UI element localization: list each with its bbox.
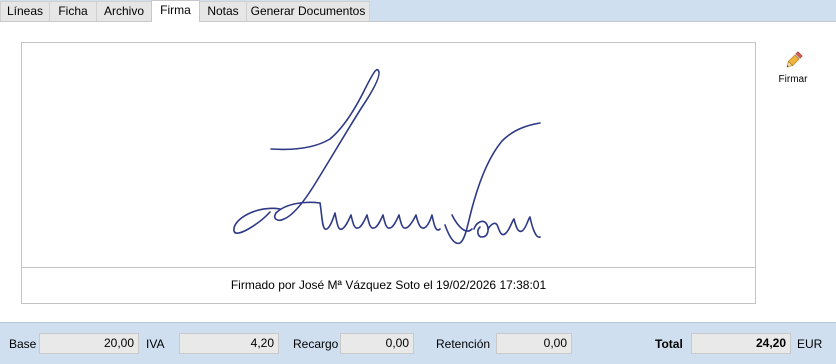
sign-button-label: Firmar	[778, 74, 808, 85]
iva-label: IVA	[146, 337, 165, 351]
base-field[interactable]: 20,00	[39, 333, 139, 354]
iva-field[interactable]: 4,20	[179, 333, 279, 354]
base-label: Base	[9, 337, 37, 351]
signature-image	[233, 68, 541, 245]
sign-button[interactable]: Firmar	[774, 50, 812, 90]
pencil-icon	[786, 51, 803, 68]
retencion-field[interactable]: 0,00	[496, 333, 572, 354]
tab-firma[interactable]: Firma	[151, 0, 200, 22]
currency-label: EUR	[797, 337, 823, 351]
totals-bar: Base 20,00 IVA 4,20 Recargo 0,00 Retenci…	[0, 322, 836, 364]
tab-generar-documentos[interactable]: Generar Documentos	[246, 1, 370, 21]
tab-ficha[interactable]: Ficha	[49, 1, 97, 21]
tab-archivo[interactable]: Archivo	[96, 1, 152, 21]
total-label: Total	[655, 337, 683, 351]
signature-panel: Firmado por José Mª Vázquez Soto el 19/0…	[0, 21, 836, 322]
signature-caption: Firmado por José Mª Vázquez Soto el 19/0…	[230, 278, 547, 292]
signature-strokes	[233, 68, 541, 245]
recargo-label: Recargo	[293, 337, 339, 351]
tab-lineas[interactable]: Líneas	[0, 1, 50, 21]
signature-box: Firmado por José Mª Vázquez Soto el 19/0…	[21, 42, 756, 304]
total-field[interactable]: 24,20	[691, 333, 791, 354]
tab-notas[interactable]: Notas	[199, 1, 247, 21]
signature-area	[22, 43, 755, 268]
recargo-field[interactable]: 0,00	[340, 333, 414, 354]
retencion-label: Retención	[436, 337, 491, 351]
tab-strip: Líneas Ficha Archivo Firma Notas Generar…	[0, 0, 836, 22]
